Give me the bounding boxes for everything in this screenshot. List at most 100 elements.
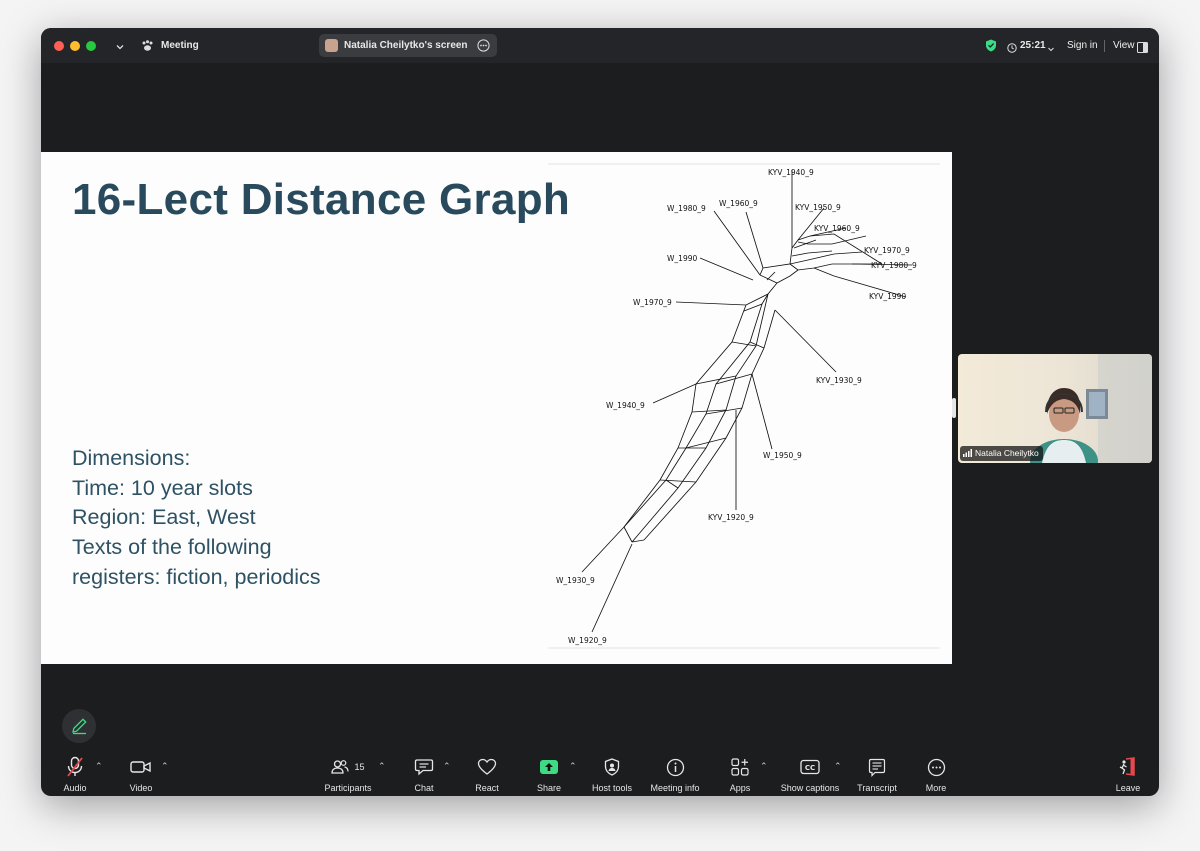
closed-captions-icon: CC bbox=[800, 759, 820, 775]
meeting-info-button[interactable]: Meeting info bbox=[647, 756, 703, 793]
svg-text:CC: CC bbox=[805, 764, 815, 772]
node-label: KYV_1960_9 bbox=[814, 224, 860, 233]
node-label: KYV_1990 bbox=[869, 292, 906, 301]
participants-count: 15 bbox=[354, 762, 365, 772]
maximize-window-button[interactable] bbox=[86, 41, 96, 51]
slide-title: 16-Lect Distance Graph bbox=[72, 175, 571, 224]
participants-label: Participants bbox=[324, 783, 372, 793]
meeting-timer[interactable]: 25:21 bbox=[1020, 40, 1046, 51]
node-label: W_1920_9 bbox=[568, 636, 607, 645]
more-button[interactable]: More bbox=[921, 756, 951, 793]
chat-label: Chat bbox=[414, 783, 434, 793]
node-label: W_1950_9 bbox=[763, 451, 802, 460]
panel-resize-handle[interactable] bbox=[952, 398, 956, 418]
dimensions-line: Texts of the following bbox=[72, 535, 272, 560]
layout-icon[interactable] bbox=[1137, 40, 1148, 58]
info-icon bbox=[666, 758, 684, 776]
node-label: KYV_1930_9 bbox=[816, 376, 862, 385]
node-label: W_1960_9 bbox=[719, 199, 758, 208]
node-label: KYV_1970_9 bbox=[864, 246, 910, 255]
node-label: KYV_1940_9 bbox=[768, 168, 814, 177]
participants-icon bbox=[331, 760, 350, 774]
share-options-caret[interactable]: ⌃ bbox=[569, 761, 577, 772]
video-button[interactable]: Video bbox=[123, 756, 159, 793]
share-button[interactable]: Share bbox=[533, 756, 565, 793]
host-tools-label: Host tools bbox=[591, 783, 633, 793]
share-label: Natalia Cheilytko's screen bbox=[344, 40, 468, 51]
leave-label: Leave bbox=[1115, 783, 1141, 793]
dimensions-line: registers: fiction, periodics bbox=[72, 564, 321, 589]
audio-options-caret[interactable]: ⌃ bbox=[95, 761, 103, 772]
captions-options-caret[interactable]: ⌃ bbox=[834, 761, 842, 772]
more-label: More bbox=[925, 783, 947, 793]
node-label: KYV_1920_9 bbox=[708, 513, 754, 522]
chat-options-caret[interactable]: ⌃ bbox=[443, 761, 451, 772]
apps-button[interactable]: Apps bbox=[725, 756, 755, 793]
share-screen-icon bbox=[540, 760, 558, 774]
video-label: Video bbox=[129, 783, 153, 793]
participants-options-caret[interactable]: ⌃ bbox=[378, 761, 386, 772]
leave-button[interactable]: Leave bbox=[1113, 756, 1143, 793]
apps-icon bbox=[731, 758, 749, 776]
dimensions-line: Dimensions: bbox=[72, 446, 191, 470]
signal-strength-icon bbox=[963, 449, 972, 459]
screen-share-indicator[interactable]: Natalia Cheilytko's screen bbox=[319, 34, 497, 57]
participants-button[interactable]: 15 Participants bbox=[319, 756, 377, 793]
shield-icon bbox=[604, 758, 620, 776]
react-button[interactable]: React bbox=[470, 756, 504, 793]
shield-check-icon[interactable] bbox=[985, 39, 997, 57]
node-label: KYV_1950_9 bbox=[795, 203, 841, 212]
audio-label: Audio bbox=[63, 783, 87, 793]
leave-door-icon bbox=[1119, 757, 1135, 776]
audio-button[interactable]: Audio bbox=[57, 756, 93, 793]
node-label: W_1940_9 bbox=[606, 401, 645, 410]
participant-name: Natalia Cheilytko bbox=[975, 448, 1039, 459]
video-camera-icon bbox=[130, 761, 151, 773]
sign-in-button[interactable]: Sign in bbox=[1067, 40, 1098, 51]
dimensions-line: Region: East, West bbox=[72, 505, 256, 530]
pencil-icon bbox=[72, 718, 87, 735]
mic-muted-icon bbox=[67, 756, 83, 777]
node-label: W_1930_9 bbox=[556, 576, 595, 585]
heart-icon bbox=[477, 758, 497, 775]
share-label: Share bbox=[536, 783, 562, 793]
paw-icon bbox=[141, 39, 154, 57]
chevron-down-icon[interactable] bbox=[115, 39, 125, 57]
minimize-window-button[interactable] bbox=[70, 41, 80, 51]
video-options-caret[interactable]: ⌃ bbox=[161, 761, 169, 772]
chat-icon bbox=[414, 759, 434, 776]
app-name: Meeting bbox=[161, 40, 199, 51]
dimensions-text: Dimensions: Time: 10 year slots Region: … bbox=[72, 444, 321, 593]
more-options-icon[interactable] bbox=[477, 39, 490, 57]
participant-name-tag: Natalia Cheilytko bbox=[960, 446, 1043, 461]
transcript-label: Transcript bbox=[857, 783, 897, 793]
chat-button[interactable]: Chat bbox=[408, 756, 440, 793]
chevron-down-icon[interactable] bbox=[1047, 40, 1055, 58]
host-tools-button[interactable]: Host tools bbox=[589, 756, 635, 793]
meeting-info-label: Meeting info bbox=[650, 783, 700, 793]
show-captions-button[interactable]: CC Show captions bbox=[778, 756, 842, 793]
react-label: React bbox=[475, 783, 499, 793]
node-label: KYV_1980_9 bbox=[871, 261, 917, 270]
participant-video[interactable]: Natalia Cheilytko bbox=[958, 354, 1152, 463]
title-bar: Meeting Natalia Cheilytko's screen 25:21… bbox=[41, 28, 1159, 63]
graph-labels: KYV_1940_9 W_1980_9 W_1960_9 KYV_1950_9 … bbox=[556, 168, 917, 645]
shared-screen: 16-Lect Distance Graph Dimensions: Time:… bbox=[41, 152, 952, 664]
apps-label: Apps bbox=[729, 783, 751, 793]
annotate-button[interactable] bbox=[62, 709, 96, 743]
transcript-button[interactable]: Transcript bbox=[853, 756, 901, 793]
distance-graph: KYV_1940_9 W_1980_9 W_1960_9 KYV_1950_9 … bbox=[548, 163, 940, 649]
view-button[interactable]: View bbox=[1113, 40, 1135, 51]
node-label: W_1970_9 bbox=[633, 298, 672, 307]
presenter-avatar bbox=[325, 39, 338, 52]
zoom-window: Meeting Natalia Cheilytko's screen 25:21… bbox=[41, 28, 1159, 796]
dimensions-line: Time: 10 year slots bbox=[72, 475, 253, 500]
close-window-button[interactable] bbox=[54, 41, 64, 51]
node-label: W_1980_9 bbox=[667, 204, 706, 213]
more-icon bbox=[927, 758, 945, 776]
divider bbox=[1104, 40, 1105, 52]
show-captions-label: Show captions bbox=[780, 783, 840, 793]
clock-icon bbox=[1007, 40, 1017, 58]
transcript-icon bbox=[868, 758, 886, 777]
apps-options-caret[interactable]: ⌃ bbox=[760, 761, 768, 772]
